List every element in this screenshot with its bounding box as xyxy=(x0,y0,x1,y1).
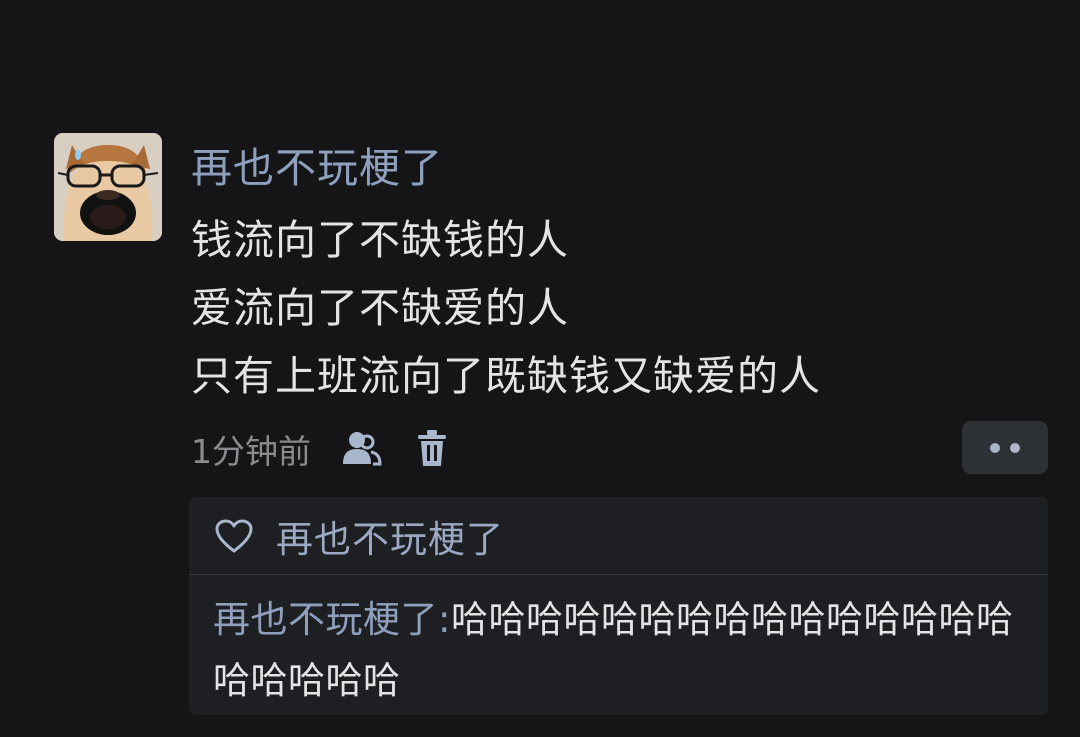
post-content: 钱流向了不缺钱的人 爱流向了不缺爱的人 只有上班流向了既缺钱又缺爱的人 xyxy=(191,206,1011,410)
content-line: 只有上班流向了既缺钱又缺爱的人 xyxy=(191,352,821,400)
more-dots-icon xyxy=(990,442,1000,453)
likes-row: 再也不玩梗了 xyxy=(189,497,1048,574)
reply-box: 再也不玩梗了 再也不玩梗了:哈哈哈哈哈哈哈哈哈哈哈哈哈哈哈哈哈哈哈哈 xyxy=(189,497,1048,715)
more-button[interactable] xyxy=(962,421,1048,474)
divider xyxy=(189,574,1048,575)
content-line: 爱流向了不缺爱的人 xyxy=(191,284,569,332)
people-icon[interactable] xyxy=(341,430,383,468)
content-line: 钱流向了不缺钱的人 xyxy=(191,216,569,264)
avatar[interactable] xyxy=(54,133,162,241)
comment-screen: 再也不玩梗了 钱流向了不缺钱的人 爱流向了不缺爱的人 只有上班流向了既缺钱又缺爱… xyxy=(0,0,1080,737)
username[interactable]: 再也不玩梗了 xyxy=(191,140,443,196)
trash-icon[interactable] xyxy=(417,430,447,468)
post-meta: 1分钟前 xyxy=(191,424,447,474)
heart-outline-icon[interactable] xyxy=(214,518,254,554)
liked-by-name[interactable]: 再也不玩梗了 xyxy=(276,509,504,563)
dog-with-glasses-avatar-icon xyxy=(54,133,162,241)
reply-author[interactable]: 再也不玩梗了: xyxy=(213,598,451,641)
reply-item[interactable]: 再也不玩梗了:哈哈哈哈哈哈哈哈哈哈哈哈哈哈哈哈哈哈哈哈 xyxy=(213,589,1033,711)
timestamp: 1分钟前 xyxy=(191,432,311,471)
more-dots-icon xyxy=(1010,442,1020,453)
